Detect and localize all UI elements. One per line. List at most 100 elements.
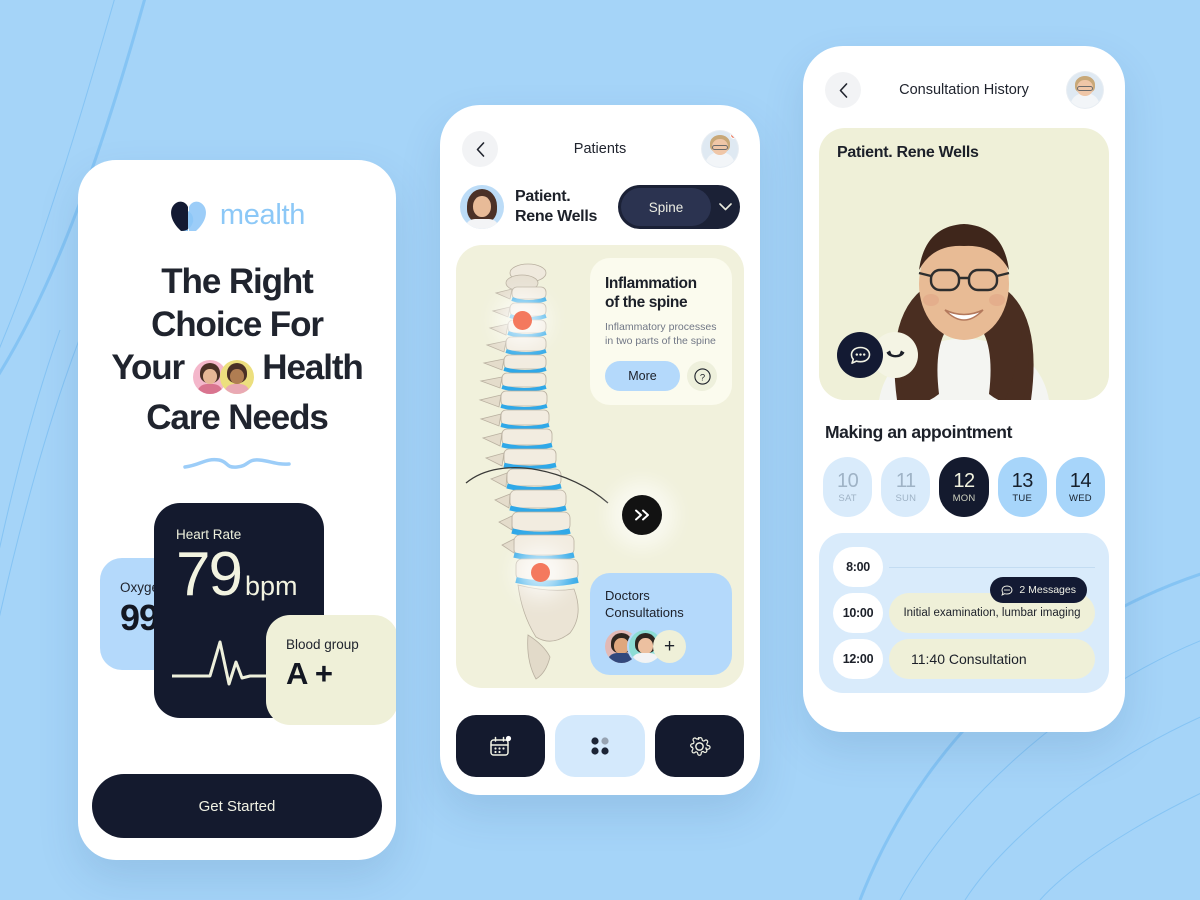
body-part-value: Spine: [621, 188, 711, 226]
phone-consultation-screen: Consultation History Patient. Rene Wells: [803, 46, 1125, 732]
doctors-title-2: Consultations: [605, 605, 684, 620]
date-picker: 10 SAT 11 SUN 12 MON 13 TUE 14 WED: [803, 443, 1125, 517]
schedule-event: 11:40 Consultation: [889, 639, 1095, 679]
back-button[interactable]: [462, 131, 498, 167]
schedule-row-10[interactable]: 10:00 Initial examination, lumbar imagin…: [833, 577, 1095, 633]
date-day: 13: [1011, 470, 1034, 492]
date-option-11[interactable]: 11 SUN: [881, 457, 931, 517]
squiggle-underline-icon: [183, 457, 291, 469]
mid-header: Patients: [440, 105, 760, 167]
phone-onboarding-screen: mealth The Right Choice For Your Health …: [78, 160, 396, 860]
double-chevron-right-icon: [634, 509, 649, 521]
inflammation-actions: More ?: [605, 361, 717, 391]
date-weekday: MON: [952, 493, 976, 504]
brand-name: mealth: [219, 198, 306, 231]
video-controls: [837, 332, 918, 378]
more-button[interactable]: More: [605, 361, 680, 391]
date-day: 10: [836, 470, 859, 492]
date-weekday: TUE: [1012, 493, 1033, 504]
chevron-down-icon: [711, 203, 740, 211]
date-weekday: WED: [1069, 493, 1092, 504]
chat-bubble-icon: [1001, 584, 1013, 596]
messages-badge[interactable]: 2 Messages: [990, 577, 1087, 603]
headline-line-3b: Health: [262, 348, 363, 387]
heart-rate-value: 79: [176, 540, 243, 609]
doctors-title-1: Doctors: [605, 588, 650, 603]
patient-fullname: Rene Wells: [515, 208, 598, 225]
hotspot-lower[interactable]: [531, 563, 550, 582]
video-patient-name: Patient. Rene Wells: [837, 144, 979, 161]
calendar-icon: [490, 735, 512, 756]
headline-line-4: Care Needs: [146, 398, 329, 437]
date-option-10[interactable]: 10 SAT: [823, 457, 873, 517]
body-part-select[interactable]: Spine: [618, 185, 740, 229]
blood-group-value: A +: [286, 656, 333, 691]
date-day: 12: [953, 470, 975, 492]
doctors-consultations-card[interactable]: Doctors Consultations +: [590, 573, 732, 675]
date-option-14[interactable]: 14 WED: [1055, 457, 1106, 517]
page-title: The Right Choice For Your Health Care Ne…: [94, 260, 380, 439]
video-call-card: Patient. Rene Wells: [819, 128, 1109, 400]
chevron-left-icon: [839, 82, 847, 98]
inflammation-title-2: of the spine: [605, 294, 688, 311]
patient-row: Patient. Rene Wells Spine: [440, 167, 760, 229]
schedule-divider: [889, 566, 1095, 568]
notification-dot: [730, 131, 738, 139]
date-weekday: SUN: [895, 493, 917, 504]
headline-line-2: Choice For: [151, 305, 324, 344]
help-button[interactable]: ?: [687, 361, 717, 391]
user-avatars: [192, 353, 254, 396]
inflammation-card: Inflammation of the spine Inflammatory p…: [590, 258, 732, 405]
back-button[interactable]: [825, 72, 861, 108]
schedule-time: 8:00: [833, 547, 883, 587]
right-header: Consultation History: [803, 46, 1125, 108]
date-option-12-selected[interactable]: 12 MON: [939, 457, 989, 517]
schedule-time: 12:00: [833, 639, 883, 679]
date-option-13[interactable]: 13 TUE: [997, 457, 1047, 517]
headline-line-3a: Your: [111, 348, 185, 387]
spine-illustration-panel: Inflammation of the spine Inflammatory p…: [456, 245, 744, 688]
phone-hangup-icon: [886, 350, 904, 358]
heart-rate-unit: bpm: [244, 571, 298, 601]
hotspot-upper[interactable]: [513, 311, 532, 330]
blood-group-label: Blood group: [286, 637, 359, 652]
schedule-time: 10:00: [833, 593, 883, 633]
doctor-avatar-group: +: [605, 630, 732, 663]
patient-label: Patient.: [515, 188, 571, 205]
inflammation-description: Inflammatory processes in two parts of t…: [605, 321, 717, 347]
date-weekday: SAT: [838, 493, 857, 504]
avatar-male: [219, 359, 254, 394]
next-button[interactable]: [622, 495, 662, 535]
schedule-row-12[interactable]: 12:00 11:40 Consultation: [833, 639, 1095, 679]
mid-page-title: Patients: [573, 141, 627, 157]
chevron-left-icon: [476, 141, 484, 157]
get-started-button[interactable]: Get Started: [92, 774, 382, 838]
inflammation-title: Inflammation of the spine: [605, 274, 717, 312]
messages-badge-label: 2 Messages: [1019, 584, 1076, 596]
add-doctor-button[interactable]: +: [653, 630, 686, 663]
blood-group-card[interactable]: Blood group A +: [266, 615, 396, 725]
headline-line-1: The Right: [161, 262, 314, 301]
svg-text:?: ?: [699, 372, 704, 383]
phone-patients-screen: Patients Patient. Rene Wells Spine Infla…: [440, 105, 760, 795]
doctor-avatar[interactable]: [702, 131, 738, 167]
patient-name: Patient. Rene Wells: [515, 187, 607, 227]
patient-avatar[interactable]: [460, 185, 504, 229]
inflammation-title-1: Inflammation: [605, 275, 697, 292]
settings-tab[interactable]: [654, 715, 744, 777]
calendar-tab[interactable]: [456, 715, 546, 777]
appointment-section-title: Making an appointment: [825, 422, 1013, 442]
question-mark-icon: ?: [693, 367, 711, 385]
chat-bubble-icon: [850, 346, 870, 364]
heart-logo-icon: [169, 198, 209, 232]
right-page-title: Consultation History: [899, 82, 1029, 98]
doctor-avatar[interactable]: [1067, 72, 1103, 108]
chat-button[interactable]: [837, 332, 883, 378]
schedule-list: 8:00 10:00 Initial examination, lumbar i…: [819, 533, 1109, 693]
gear-icon: [689, 736, 711, 756]
grid-tab[interactable]: [555, 715, 645, 777]
date-day: 11: [895, 470, 916, 492]
brand-logo: mealth: [78, 198, 396, 232]
grid-icon: [591, 737, 609, 755]
doctors-card-title: Doctors Consultations: [605, 587, 732, 621]
